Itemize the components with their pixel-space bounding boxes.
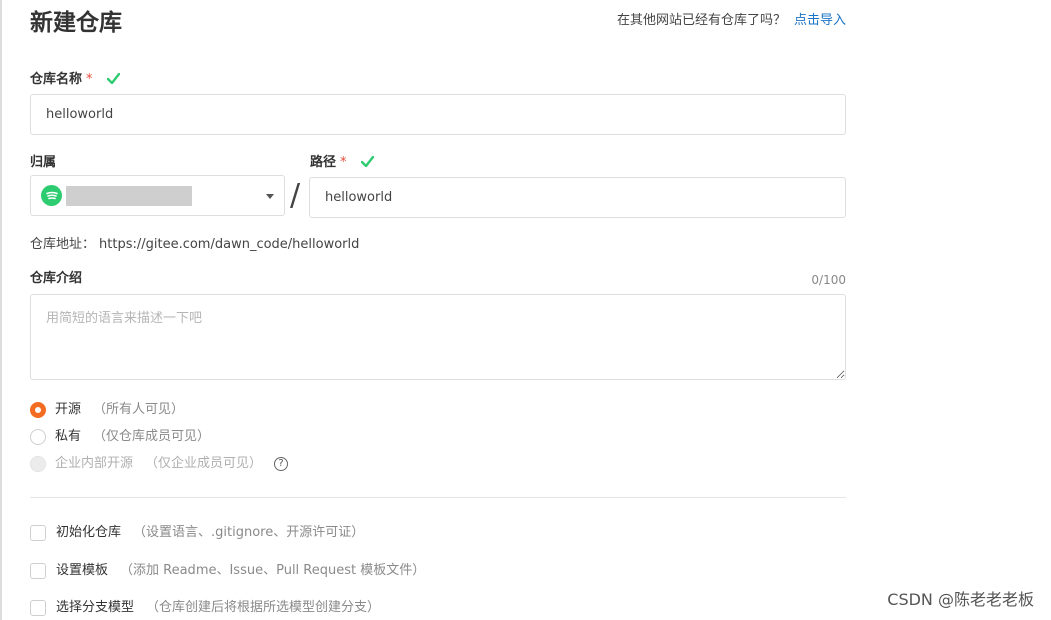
- radio-public[interactable]: [30, 402, 46, 418]
- description-label: 仓库介绍: [30, 271, 83, 286]
- option-hint: （设置语言、.gitignore、开源许可证）: [133, 525, 365, 540]
- option-label: 选择分支模型: [56, 600, 135, 615]
- import-prompt: 在其他网站已经有仓库了吗？ 点击导入: [617, 11, 846, 31]
- owner-label: 归属: [30, 155, 57, 170]
- visibility-label: 私有: [55, 429, 82, 444]
- visibility-option-enterprise: 企业内部开源 （仅企业成员可见） ?: [30, 455, 289, 473]
- avatar-icon: [41, 185, 62, 206]
- watermark: CSDN @陈老老老板: [887, 590, 1034, 609]
- path-label: 路径 *: [310, 154, 375, 172]
- visibility-hint: （所有人可见）: [93, 402, 185, 417]
- repo-name-label: 仓库名称 *: [30, 71, 121, 89]
- import-link[interactable]: 点击导入: [794, 13, 846, 28]
- option-branch-model[interactable]: 选择分支模型 （仓库创建后将根据所选模型创建分支）: [30, 599, 380, 617]
- owner-name-redacted: [66, 185, 192, 206]
- import-prompt-text: 在其他网站已经有仓库了吗？: [616, 13, 786, 28]
- checkbox-init-repo[interactable]: [30, 525, 46, 541]
- check-icon: [107, 73, 121, 84]
- required-mark: *: [340, 155, 347, 170]
- check-icon: [361, 156, 375, 167]
- option-hint: （添加 Readme、Issue、Pull Request 模板文件）: [120, 563, 426, 578]
- visibility-hint: （仅仓库成员可见）: [93, 429, 211, 444]
- owner-select[interactable]: [30, 175, 285, 216]
- path-label-text: 路径: [310, 155, 337, 170]
- visibility-hint: （仅企业成员可见）: [145, 456, 263, 471]
- checkbox-branch-model[interactable]: [30, 600, 46, 616]
- option-init-repo[interactable]: 初始化仓库 （设置语言、.gitignore、开源许可证）: [30, 524, 364, 542]
- caret-down-icon: [266, 194, 274, 199]
- repo-url-label: 仓库地址：: [30, 237, 96, 252]
- path-separator: /: [290, 178, 301, 213]
- section-divider: [30, 497, 846, 498]
- visibility-option-public[interactable]: 开源 （所有人可见）: [30, 401, 184, 419]
- radio-private[interactable]: [30, 429, 46, 445]
- visibility-option-private[interactable]: 私有 （仅仓库成员可见）: [30, 428, 210, 446]
- path-input[interactable]: [309, 177, 846, 218]
- checkbox-template[interactable]: [30, 563, 46, 579]
- option-label: 设置模板: [56, 563, 109, 578]
- description-textarea[interactable]: [30, 294, 846, 380]
- visibility-label: 企业内部开源: [55, 456, 134, 471]
- question-circle-icon[interactable]: ?: [274, 457, 289, 471]
- repo-url: 仓库地址： https://gitee.com/dawn_code/hellowo…: [30, 236, 359, 254]
- description-counter: 0/100: [811, 273, 846, 287]
- option-hint: （仓库创建后将根据所选模型创建分支）: [146, 600, 381, 615]
- required-mark: *: [86, 72, 93, 87]
- left-border: [0, 0, 2, 620]
- repo-name-label-text: 仓库名称: [30, 72, 83, 87]
- option-label: 初始化仓库: [56, 525, 122, 540]
- option-template[interactable]: 设置模板 （添加 Readme、Issue、Pull Request 模板文件）: [30, 562, 425, 580]
- visibility-label: 开源: [55, 402, 82, 417]
- repo-name-input[interactable]: [30, 94, 846, 135]
- radio-enterprise: [30, 456, 46, 472]
- repo-url-value: https://gitee.com/dawn_code/helloworld: [99, 237, 360, 252]
- page-title: 新建仓库: [30, 10, 122, 36]
